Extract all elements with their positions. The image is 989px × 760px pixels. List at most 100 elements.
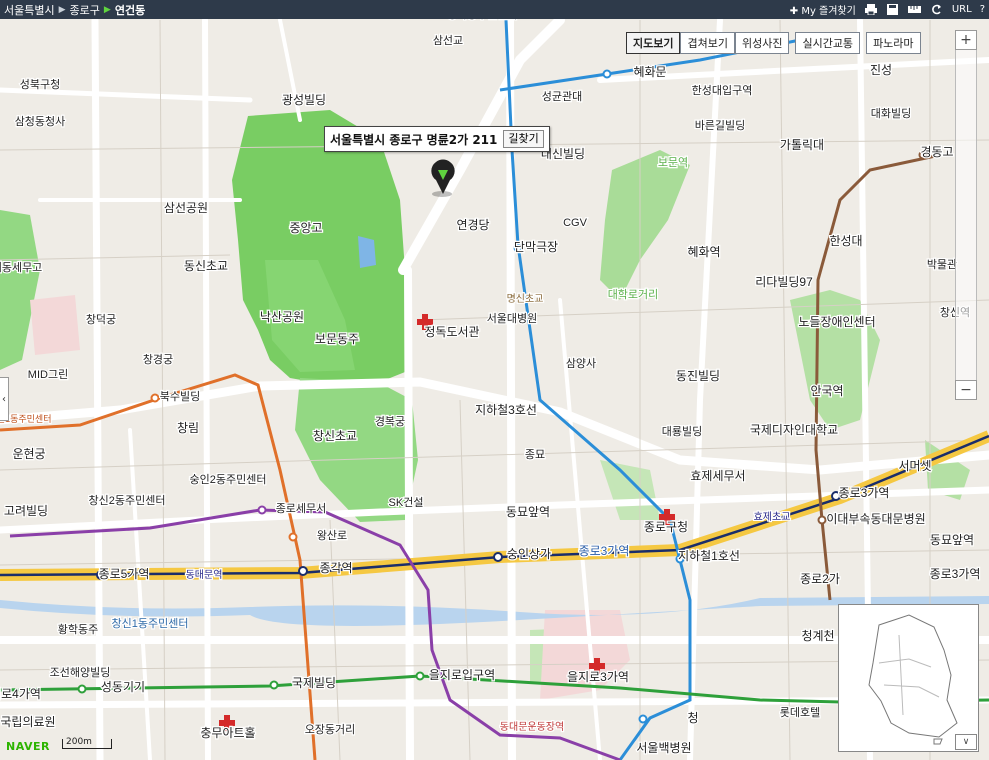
korea-outline-map [868,614,958,745]
favorites-button[interactable]: ✚ My 즐겨찾기 [790,2,856,17]
zoom-in-button[interactable]: + [955,30,977,50]
map-label: 종묘 [525,449,545,461]
map-label: 보문동주 [315,332,359,346]
map-label: 대학로거리 [608,288,659,301]
map-label: 을지로4가역 [0,687,41,701]
map-view-switcher: 지도보기 겹쳐보기 위성사진 실시간교통 파노라마 [626,32,921,54]
map-label: 정독도서관 [424,325,479,339]
map-label: 삼선공원 [164,201,208,215]
view-map-button[interactable]: 지도보기 [626,32,681,54]
url-button[interactable]: URL [952,4,972,15]
map-label: 진성 [870,63,892,77]
naver-logo: NAVER [6,740,50,753]
minimap-collapse-button[interactable]: ∨ [955,734,977,750]
map-label: 한성대 [829,234,862,248]
map-label: 창림 [177,421,199,435]
map-label: 리다빌딩97 [755,275,813,289]
map-label: 청 [687,711,698,725]
map-label: 창신초교 [313,429,357,443]
map-label: 바른길빌딩 [695,119,746,132]
map-label: 가톨릭대 [780,138,824,152]
map-label: 종로2가 [800,572,840,586]
map-label: 경동고 [920,145,953,159]
map-label: SK건설 [389,496,424,509]
map-label: 광성빌딩 [282,93,326,107]
map-label: 을지로3가역 [567,670,629,684]
map-label: 성북구청 [20,78,60,91]
top-bar: 서울특별시 ▶ 종로구 ▶ 연건동 ✚ My 즐겨찾기 URL ? [0,0,989,19]
map-label: 성균관대 [542,90,582,103]
map-label: 삼청동청사 [15,115,66,128]
map-label: 동신초교 [184,259,228,273]
map-label: 서울대병원 [487,312,538,325]
map-label: MID그린 [28,368,68,381]
map-label: 동대문역 [186,569,223,581]
map-label: 종로3가역 [839,486,890,500]
view-satellite-button[interactable]: 위성사진 [734,32,790,54]
map-label: 북수빌딩 [160,390,200,403]
map-label: 단막극장 [514,240,558,254]
map-label: 서머셋 [898,459,931,473]
breadcrumb-neighborhood[interactable]: 연건동 [111,2,149,18]
map-label: 성동기기 [101,680,145,694]
directions-button[interactable]: 길찾기 [503,130,544,148]
map-label: 경복궁 [375,415,405,428]
scale-label: 200m [66,737,92,747]
map-label: 황학동주 [58,623,98,636]
zoom-out-button[interactable]: − [955,380,977,400]
map-label: 종로3가역 [930,567,981,581]
favorites-label: My 즐겨찾기 [801,6,856,17]
ruler-icon[interactable] [908,4,922,16]
map-label: 숭인2동주민센터 [190,473,267,486]
map-label: 창신2동주민센터 [89,494,166,507]
map-label: 종로3가역 [579,544,630,558]
map-label: 안국역 [810,384,843,398]
map-label: 효제초교 [754,511,791,523]
map-label: 한성대입구역 [692,84,753,97]
refresh-icon[interactable] [930,4,944,16]
breadcrumb-city[interactable]: 서울특별시 [0,2,59,18]
print-icon[interactable] [864,4,878,16]
view-traffic-button[interactable]: 실시간교통 [795,32,861,54]
map-label: 종각역 [319,561,352,575]
map-label: 대화빌딩 [871,107,911,120]
map-label: 연경당 [456,218,489,232]
overview-minimap[interactable] [838,604,979,752]
save-icon[interactable] [886,4,900,16]
zoom-control: + − [955,30,977,434]
address-popup: 서울특별시 종로구 명륜2가 211 길찾기 [324,126,550,152]
chevron-right-icon: ▶ [103,4,111,15]
map-label: 효제세무서 [690,469,745,483]
map-label: 조선해양빌딩 [50,665,111,679]
map-label: 혜화역 [687,245,720,259]
map-label: 숭인상가 [507,547,551,561]
map-label: 노들장애인센터 [798,315,875,329]
map-label: 혜화문 [633,65,666,79]
map-label: 청계천 [801,628,834,643]
map-label: 명신초교 [507,293,544,305]
map-label: 창덕궁 [86,313,116,326]
map-label: 동진빌딩 [676,369,720,383]
view-panorama-button[interactable]: 파노라마 [866,32,921,54]
map-label: 충무아트홀 [200,726,255,740]
help-button[interactable]: ? [980,4,985,15]
map-label: 창신1동주민센터 [112,617,189,630]
map-label: 이대부속동대문병원 [826,512,925,526]
toolbar: ✚ My 즐겨찾기 URL ? [790,0,985,19]
map-label: 박물관 [927,258,957,271]
map-label: 종로세무서 [276,502,327,515]
left-panel-toggle[interactable]: ‹ [0,377,9,421]
map-label: 왕산로 [317,529,347,542]
zoom-slider-track[interactable] [955,50,977,380]
map-label: 롯데호텔 [780,706,820,719]
map-label: 대동세무고 [0,261,42,274]
map-label: 삼양사 [566,357,596,370]
breadcrumb-district[interactable]: 종로구 [66,2,104,18]
view-overlay-button[interactable]: 겹쳐보기 [680,32,735,54]
map-label: 국제빌딩 [292,676,336,690]
map-label: 운현궁 [12,447,45,461]
map-label: 창경궁 [143,353,173,366]
map-label: 지하철1호선 [678,549,740,563]
map-label: CGV [563,217,588,229]
map-label: 동묘앞역 [506,505,550,519]
